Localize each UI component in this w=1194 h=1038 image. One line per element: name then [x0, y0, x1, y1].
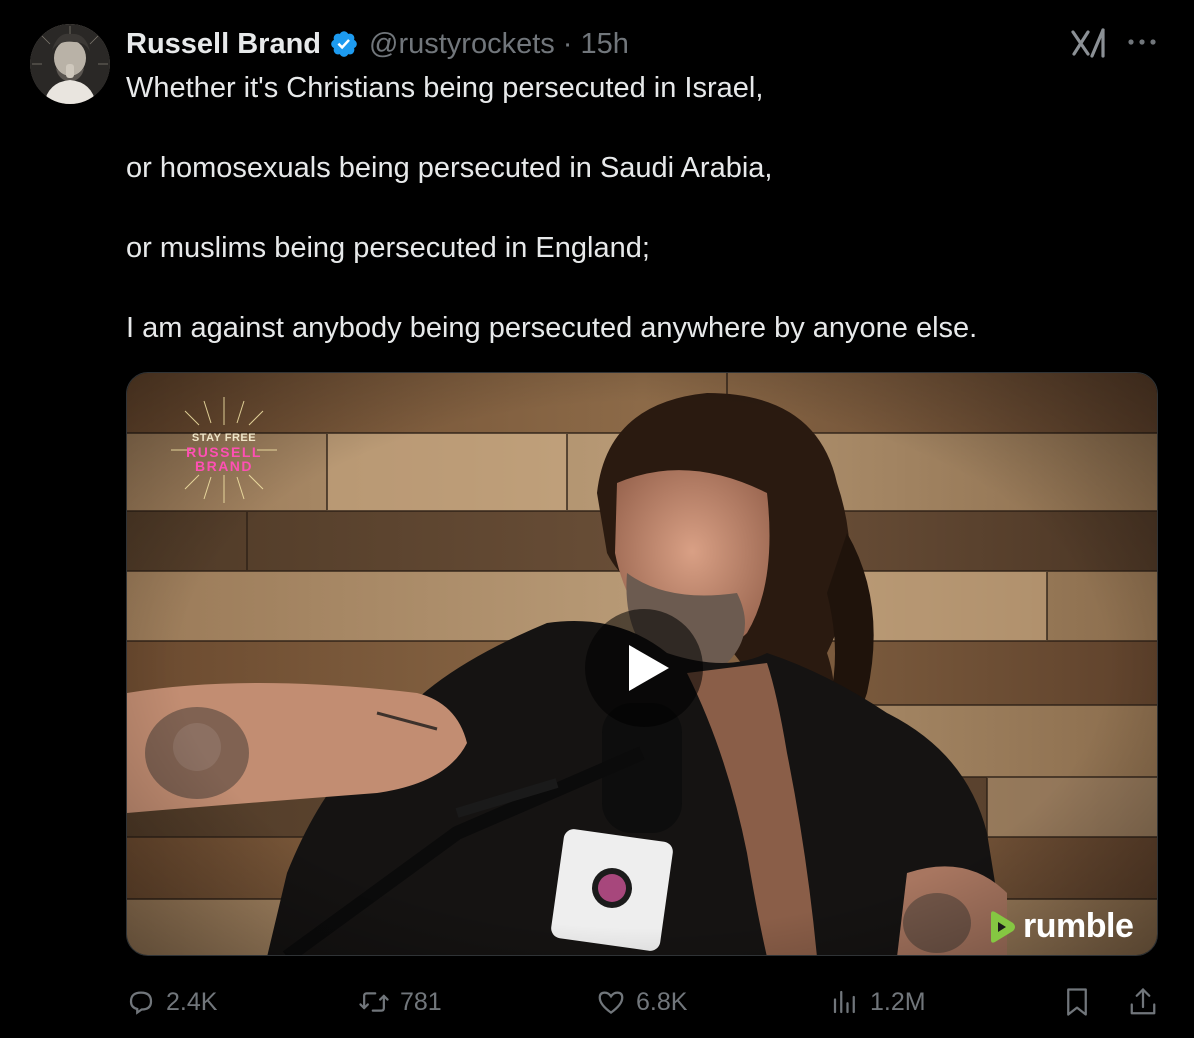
retweet-icon: [359, 992, 389, 1012]
more-icon[interactable]: [1126, 36, 1158, 48]
retweet-count: 781: [400, 987, 442, 1016]
tweet-paragraph: Whether it's Christians being persecuted…: [126, 72, 764, 104]
logo-line-3: BRAND: [194, 458, 254, 474]
play-button[interactable]: [585, 609, 703, 727]
tweet-timestamp[interactable]: 15h: [580, 28, 628, 61]
tweet-text: Whether it's Christians being persecuted…: [126, 68, 1166, 388]
tweet-paragraph: I am against anybody being persecuted an…: [126, 312, 978, 344]
tweet-header: Russell Brand @rustyrockets · 15h: [126, 24, 629, 64]
reply-button[interactable]: 2.4K: [126, 982, 217, 1022]
action-bar: 2.4K 781 6.8K 1.2M: [126, 982, 1162, 1022]
like-count: 6.8K: [636, 987, 688, 1016]
views-button[interactable]: 1.2M: [830, 982, 926, 1022]
tweet-paragraph: or muslims being persecuted in England;: [126, 232, 650, 264]
author-name[interactable]: Russell Brand: [126, 28, 321, 61]
views-count: 1.2M: [870, 987, 926, 1016]
reply-count: 2.4K: [166, 987, 218, 1016]
rumble-logo-icon: [991, 910, 1015, 943]
share-button[interactable]: [1128, 982, 1158, 1022]
header-separator: ·: [562, 27, 573, 60]
views-icon: [833, 990, 855, 1014]
bookmark-icon: [1067, 988, 1087, 1016]
stay-free-logo: STAY FREE RUSSELL BRAND: [169, 395, 279, 505]
share-icon: [1130, 988, 1156, 1015]
retweet-button[interactable]: 781: [358, 982, 442, 1022]
author-handle[interactable]: @rustyrockets: [369, 28, 555, 61]
play-icon: [629, 645, 669, 691]
like-button[interactable]: 6.8K: [596, 982, 687, 1022]
tweet[interactable]: Russell Brand @rustyrockets · 15h Whethe…: [0, 0, 1194, 1038]
rumble-word: rumble: [1023, 907, 1134, 945]
verified-badge-icon: [331, 31, 357, 57]
bookmark-button[interactable]: [1062, 982, 1092, 1022]
heart-icon: [598, 991, 624, 1015]
rumble-watermark: rumble: [987, 907, 1134, 946]
avatar[interactable]: [30, 24, 110, 104]
reply-icon: [129, 991, 153, 1015]
logo-line-1: STAY FREE: [191, 432, 257, 444]
logo-line-2: RUSSELL: [186, 444, 262, 460]
grok-icon[interactable]: [1070, 26, 1108, 60]
video-player[interactable]: STAY FREE RUSSELL BRAND rumble: [126, 372, 1158, 956]
tweet-paragraph: or homosexuals being persecuted in Saudi…: [126, 152, 773, 184]
